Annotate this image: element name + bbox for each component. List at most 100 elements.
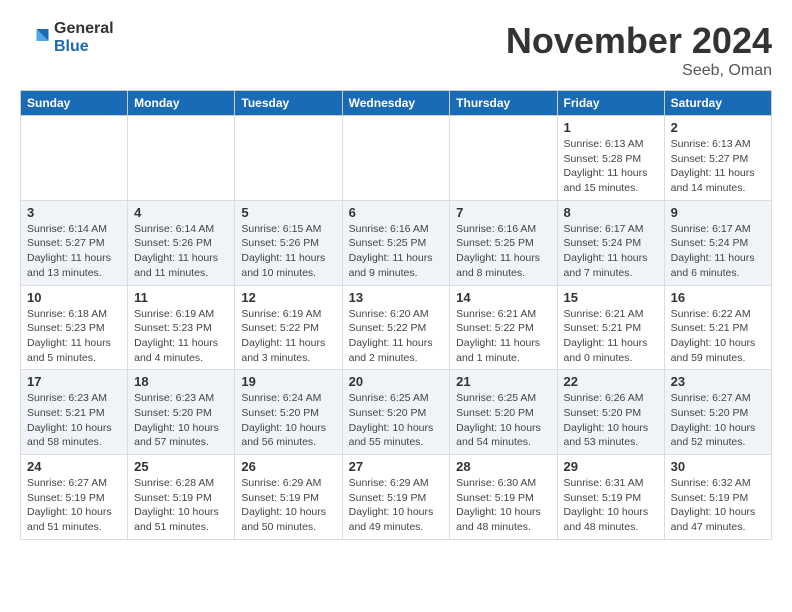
- header-monday: Monday: [128, 91, 235, 116]
- day-info: Sunrise: 6:15 AM Sunset: 5:26 PM Dayligh…: [241, 222, 335, 281]
- header-thursday: Thursday: [450, 91, 557, 116]
- day-number: 7: [456, 205, 550, 220]
- day-info: Sunrise: 6:17 AM Sunset: 5:24 PM Dayligh…: [564, 222, 658, 281]
- week-row-1: 1 Sunrise: 6:13 AM Sunset: 5:28 PM Daylig…: [21, 116, 772, 201]
- day-info: Sunrise: 6:25 AM Sunset: 5:20 PM Dayligh…: [349, 391, 444, 450]
- day-cell: 1 Sunrise: 6:13 AM Sunset: 5:28 PM Daylig…: [557, 116, 664, 201]
- day-cell: 20Sunrise: 6:25 AM Sunset: 5:20 PM Dayli…: [342, 370, 450, 455]
- day-number: 5: [241, 205, 335, 220]
- day-cell: 3Sunrise: 6:14 AM Sunset: 5:27 PM Daylig…: [21, 200, 128, 285]
- day-info: Sunrise: 6:28 AM Sunset: 5:19 PM Dayligh…: [134, 476, 228, 535]
- day-cell: 11 Sunrise: 6:19 AM Sunset: 5:23 PM Dayli…: [128, 285, 235, 370]
- day-info: Sunrise: 6:27 AM Sunset: 5:19 PM Dayligh…: [27, 476, 121, 535]
- day-number: 27: [349, 459, 444, 474]
- week-row-5: 24Sunrise: 6:27 AM Sunset: 5:19 PM Dayli…: [21, 455, 772, 540]
- day-cell: 2Sunrise: 6:13 AM Sunset: 5:27 PM Daylig…: [664, 116, 771, 201]
- day-cell: 10Sunrise: 6:18 AM Sunset: 5:23 PM Dayli…: [21, 285, 128, 370]
- day-info: Sunrise: 6:21 AM Sunset: 5:21 PM Dayligh…: [564, 307, 658, 366]
- day-info: Sunrise: 6:19 AM Sunset: 5:23 PM Dayligh…: [134, 307, 228, 366]
- day-info: Sunrise: 6:24 AM Sunset: 5:20 PM Dayligh…: [241, 391, 335, 450]
- day-cell: 28 Sunrise: 6:30 AM Sunset: 5:19 PM Dayli…: [450, 455, 557, 540]
- day-number: 25: [134, 459, 228, 474]
- logo-blue: Blue: [54, 38, 114, 56]
- day-number: 14: [456, 290, 550, 305]
- day-cell: 8 Sunrise: 6:17 AM Sunset: 5:24 PM Daylig…: [557, 200, 664, 285]
- day-cell: 16 Sunrise: 6:22 AM Sunset: 5:21 PM Dayli…: [664, 285, 771, 370]
- day-number: 17: [27, 374, 121, 389]
- day-info: Sunrise: 6:21 AM Sunset: 5:22 PM Dayligh…: [456, 307, 550, 366]
- day-info: Sunrise: 6:13 AM Sunset: 5:28 PM Dayligh…: [564, 137, 658, 196]
- day-cell: 29 Sunrise: 6:31 AM Sunset: 5:19 PM Dayli…: [557, 455, 664, 540]
- day-cell: 18 Sunrise: 6:23 AM Sunset: 5:20 PM Dayli…: [128, 370, 235, 455]
- day-number: 11: [134, 290, 228, 305]
- day-info: Sunrise: 6:27 AM Sunset: 5:20 PM Dayligh…: [671, 391, 765, 450]
- day-info: Sunrise: 6:29 AM Sunset: 5:19 PM Dayligh…: [349, 476, 444, 535]
- day-info: Sunrise: 6:18 AM Sunset: 5:23 PM Dayligh…: [27, 307, 121, 366]
- day-number: 28: [456, 459, 550, 474]
- day-info: Sunrise: 6:20 AM Sunset: 5:22 PM Dayligh…: [349, 307, 444, 366]
- day-number: 19: [241, 374, 335, 389]
- day-number: 21: [456, 374, 550, 389]
- day-number: 13: [349, 290, 444, 305]
- day-info: Sunrise: 6:22 AM Sunset: 5:21 PM Dayligh…: [671, 307, 765, 366]
- day-number: 23: [671, 374, 765, 389]
- week-row-2: 3Sunrise: 6:14 AM Sunset: 5:27 PM Daylig…: [21, 200, 772, 285]
- week-row-3: 10Sunrise: 6:18 AM Sunset: 5:23 PM Dayli…: [21, 285, 772, 370]
- day-number: 16: [671, 290, 765, 305]
- header-friday: Friday: [557, 91, 664, 116]
- day-cell: [128, 116, 235, 201]
- day-number: 12: [241, 290, 335, 305]
- logo: General Blue: [20, 20, 114, 55]
- day-cell: 12 Sunrise: 6:19 AM Sunset: 5:22 PM Dayli…: [235, 285, 342, 370]
- location: Seeb, Oman: [506, 62, 772, 80]
- day-number: 29: [564, 459, 658, 474]
- logo-text: General Blue: [54, 20, 114, 55]
- day-info: Sunrise: 6:13 AM Sunset: 5:27 PM Dayligh…: [671, 137, 765, 196]
- day-number: 15: [564, 290, 658, 305]
- page-header: General Blue November 2024 Seeb, Oman: [20, 20, 772, 80]
- day-info: Sunrise: 6:14 AM Sunset: 5:26 PM Dayligh…: [134, 222, 228, 281]
- day-cell: 19 Sunrise: 6:24 AM Sunset: 5:20 PM Dayli…: [235, 370, 342, 455]
- day-cell: 21Sunrise: 6:25 AM Sunset: 5:20 PM Dayli…: [450, 370, 557, 455]
- day-cell: 14 Sunrise: 6:21 AM Sunset: 5:22 PM Dayli…: [450, 285, 557, 370]
- logo-icon: [20, 23, 50, 53]
- day-number: 22: [564, 374, 658, 389]
- day-cell: [342, 116, 450, 201]
- day-number: 8: [564, 205, 658, 220]
- day-number: 4: [134, 205, 228, 220]
- day-info: Sunrise: 6:16 AM Sunset: 5:25 PM Dayligh…: [456, 222, 550, 281]
- title-section: November 2024 Seeb, Oman: [506, 20, 772, 80]
- day-info: Sunrise: 6:29 AM Sunset: 5:19 PM Dayligh…: [241, 476, 335, 535]
- day-number: 1: [564, 120, 658, 135]
- header-sunday: Sunday: [21, 91, 128, 116]
- day-cell: 13 Sunrise: 6:20 AM Sunset: 5:22 PM Dayli…: [342, 285, 450, 370]
- day-cell: 27 Sunrise: 6:29 AM Sunset: 5:19 PM Dayli…: [342, 455, 450, 540]
- day-info: Sunrise: 6:26 AM Sunset: 5:20 PM Dayligh…: [564, 391, 658, 450]
- day-cell: 9Sunrise: 6:17 AM Sunset: 5:24 PM Daylig…: [664, 200, 771, 285]
- day-cell: 23 Sunrise: 6:27 AM Sunset: 5:20 PM Dayli…: [664, 370, 771, 455]
- header-tuesday: Tuesday: [235, 91, 342, 116]
- day-info: Sunrise: 6:23 AM Sunset: 5:20 PM Dayligh…: [134, 391, 228, 450]
- day-info: Sunrise: 6:31 AM Sunset: 5:19 PM Dayligh…: [564, 476, 658, 535]
- week-row-4: 17 Sunrise: 6:23 AM Sunset: 5:21 PM Dayli…: [21, 370, 772, 455]
- day-info: Sunrise: 6:30 AM Sunset: 5:19 PM Dayligh…: [456, 476, 550, 535]
- day-cell: 26Sunrise: 6:29 AM Sunset: 5:19 PM Dayli…: [235, 455, 342, 540]
- day-number: 30: [671, 459, 765, 474]
- day-info: Sunrise: 6:16 AM Sunset: 5:25 PM Dayligh…: [349, 222, 444, 281]
- day-cell: [21, 116, 128, 201]
- day-cell: [450, 116, 557, 201]
- day-cell: 5 Sunrise: 6:15 AM Sunset: 5:26 PM Daylig…: [235, 200, 342, 285]
- day-cell: 30 Sunrise: 6:32 AM Sunset: 5:19 PM Dayli…: [664, 455, 771, 540]
- day-info: Sunrise: 6:14 AM Sunset: 5:27 PM Dayligh…: [27, 222, 121, 281]
- day-info: Sunrise: 6:23 AM Sunset: 5:21 PM Dayligh…: [27, 391, 121, 450]
- day-info: Sunrise: 6:19 AM Sunset: 5:22 PM Dayligh…: [241, 307, 335, 366]
- day-cell: 6Sunrise: 6:16 AM Sunset: 5:25 PM Daylig…: [342, 200, 450, 285]
- day-cell: 4 Sunrise: 6:14 AM Sunset: 5:26 PM Daylig…: [128, 200, 235, 285]
- calendar: Sunday Monday Tuesday Wednesday Thursday…: [20, 90, 772, 540]
- day-cell: [235, 116, 342, 201]
- day-number: 18: [134, 374, 228, 389]
- day-cell: 24Sunrise: 6:27 AM Sunset: 5:19 PM Dayli…: [21, 455, 128, 540]
- logo-general: General: [54, 20, 114, 38]
- day-info: Sunrise: 6:32 AM Sunset: 5:19 PM Dayligh…: [671, 476, 765, 535]
- header-wednesday: Wednesday: [342, 91, 450, 116]
